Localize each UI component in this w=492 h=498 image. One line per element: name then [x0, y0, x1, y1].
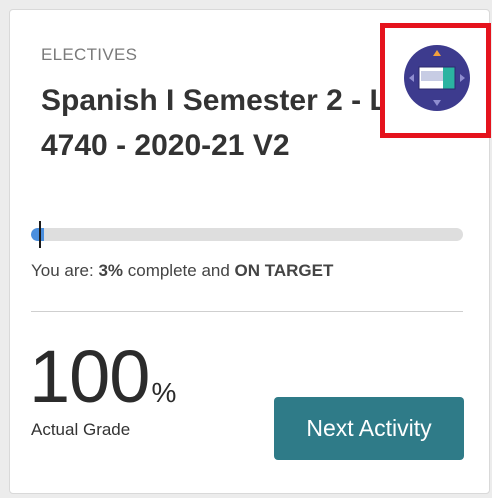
progress-marker — [39, 221, 41, 248]
status-percent: 3% — [98, 261, 124, 280]
highlight-box — [380, 23, 491, 138]
status-middle: complete and — [123, 261, 235, 280]
status-target: ON TARGET — [234, 261, 334, 280]
grade-display: 100% — [29, 332, 176, 422]
progress-bar — [31, 228, 463, 241]
progress-status: You are: 3% complete and ON TARGET — [31, 261, 333, 281]
next-activity-button[interactable]: Next Activity — [274, 397, 464, 460]
divider — [31, 311, 463, 312]
progress-fill — [31, 228, 44, 241]
grade-unit: % — [151, 377, 177, 408]
course-navigator-badge-icon[interactable] — [404, 45, 470, 111]
grade-label: Actual Grade — [31, 420, 131, 439]
status-prefix: You are: — [31, 261, 99, 280]
course-category: ELECTIVES — [41, 45, 138, 64]
grade-value: 100 — [29, 335, 150, 418]
